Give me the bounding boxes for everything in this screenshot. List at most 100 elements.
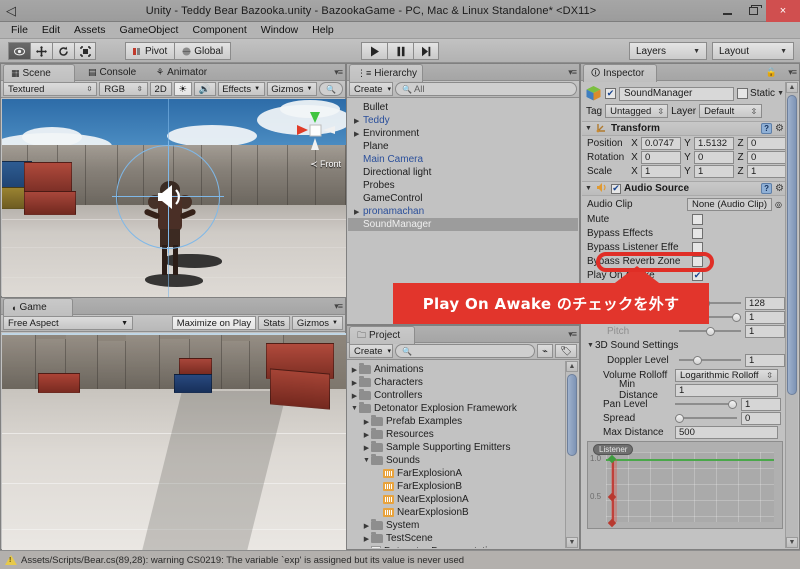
help-icon[interactable]: ? bbox=[761, 183, 773, 194]
static-toggle[interactable]: Static ▼ bbox=[737, 88, 784, 99]
volume-rolloff-dropdown[interactable]: Logarithmic Rolloff ⇳ bbox=[675, 368, 778, 382]
inspector-scrollbar[interactable]: ▲ ▼ bbox=[785, 82, 798, 548]
transform-rotation-x-input[interactable]: 0 bbox=[641, 150, 681, 164]
tab-scene[interactable]: ▦ Scene bbox=[3, 64, 75, 82]
filter-by-label-icon[interactable]: 🏷 bbox=[554, 344, 577, 358]
menu-assets[interactable]: Assets bbox=[67, 22, 113, 39]
hierarchy-search-input[interactable]: 🔍 All bbox=[395, 82, 577, 96]
play-button[interactable] bbox=[361, 42, 387, 60]
expand-arrow-icon[interactable]: ▶ bbox=[350, 392, 359, 400]
hierarchy-item-soundmanager[interactable]: SoundManager bbox=[348, 218, 578, 231]
collapse-arrow-icon[interactable]: ▼ bbox=[362, 457, 371, 464]
scroll-down-arrow-icon[interactable]: ▼ bbox=[786, 537, 798, 548]
hierarchy-item-directional-light[interactable]: Directional light bbox=[348, 166, 578, 179]
doppler-value[interactable]: 1 bbox=[745, 353, 785, 367]
color-mode-dropdown[interactable]: RGB ⇳ bbox=[99, 82, 148, 96]
pan-level-slider[interactable] bbox=[675, 398, 737, 410]
tab-animator[interactable]: ⚘ Animator bbox=[149, 64, 216, 81]
project-item-characters[interactable]: ▶ Characters bbox=[348, 376, 564, 389]
max-distance-value[interactable]: 500 bbox=[675, 425, 778, 439]
checkbox-bypass-effects[interactable] bbox=[692, 227, 703, 239]
hierarchy-item-pronamachan[interactable]: ▶ pronamachan bbox=[348, 205, 578, 218]
audio-slider-priority-value[interactable]: 128 bbox=[745, 296, 785, 310]
scroll-up-arrow-icon[interactable]: ▲ bbox=[566, 361, 578, 372]
expand-arrow-icon[interactable]: ▶ bbox=[362, 535, 371, 543]
audio-clip-field[interactable]: None (Audio Clip) bbox=[687, 197, 772, 211]
project-item-farexplosiona[interactable]: FarExplosionA bbox=[348, 467, 564, 480]
project-search-input[interactable]: 🔍 bbox=[395, 344, 535, 358]
panel-menu-icon[interactable]: ▾≡ bbox=[568, 329, 577, 340]
hierarchy-item-main-camera[interactable]: Main Camera bbox=[348, 153, 578, 166]
effects-dropdown[interactable]: Effects ▼ bbox=[217, 82, 265, 96]
tab-console[interactable]: ▤ Console bbox=[81, 64, 145, 81]
audio-slider-pitch[interactable] bbox=[679, 325, 741, 337]
expand-arrow-icon[interactable]: ▶ bbox=[350, 366, 359, 374]
layers-dropdown[interactable]: Layers ▼ bbox=[629, 42, 707, 60]
project-item-resources[interactable]: ▶ Resources bbox=[348, 428, 564, 441]
hierarchy-item-gamecontrol[interactable]: GameControl bbox=[348, 192, 578, 205]
panel-menu-icon[interactable]: ▾≡ bbox=[568, 67, 577, 78]
project-item-system[interactable]: ▶ System bbox=[348, 519, 564, 532]
maximize-button[interactable] bbox=[740, 0, 766, 22]
panel-menu-icon[interactable]: ▾≡ bbox=[334, 67, 343, 78]
hierarchy-item-bullet[interactable]: Bullet bbox=[348, 101, 578, 114]
scale-tool-button[interactable] bbox=[74, 42, 96, 60]
panel-menu-icon[interactable]: ▾≡ bbox=[788, 67, 797, 78]
2d-toggle-button[interactable]: 2D bbox=[149, 82, 172, 96]
scroll-down-arrow-icon[interactable]: ▼ bbox=[566, 537, 578, 548]
rotate-tool-button[interactable] bbox=[52, 42, 74, 60]
menu-help[interactable]: Help bbox=[305, 22, 341, 39]
hierarchy-create-button[interactable]: Create ▾ bbox=[349, 82, 393, 96]
audio-toggle-button[interactable]: 🔊 bbox=[193, 82, 216, 96]
menu-gameobject[interactable]: GameObject bbox=[113, 22, 186, 39]
object-picker-icon[interactable]: ◎ bbox=[775, 200, 782, 209]
draw-mode-dropdown[interactable]: Textured ⇳ bbox=[3, 82, 98, 96]
game-gizmos-dropdown[interactable]: Gizmos ▼ bbox=[291, 316, 343, 330]
expand-arrow-icon[interactable]: ▶ bbox=[354, 208, 363, 216]
project-item-sample-supporting-emitters[interactable]: ▶ Sample Supporting Emitters bbox=[348, 441, 564, 454]
filter-by-type-icon[interactable]: ⌁ bbox=[536, 344, 553, 358]
scene-axis-gizmo[interactable] bbox=[288, 103, 342, 157]
gizmos-dropdown[interactable]: Gizmos ▼ bbox=[266, 82, 318, 96]
transform-rotation-y-input[interactable]: 0 bbox=[694, 150, 734, 164]
step-button[interactable] bbox=[413, 42, 439, 60]
foldout-icon[interactable]: ▼ bbox=[585, 185, 593, 192]
hierarchy-item-plane[interactable]: Plane bbox=[348, 140, 578, 153]
expand-arrow-icon[interactable]: ▶ bbox=[362, 522, 371, 530]
spread-value[interactable]: 0 bbox=[741, 411, 781, 425]
pan-level-value[interactable]: 1 bbox=[741, 397, 781, 411]
aspect-ratio-dropdown[interactable]: Free Aspect ▼ bbox=[3, 316, 133, 330]
tab-project[interactable]: 🗀 Project bbox=[349, 326, 415, 344]
audio-source-enabled-checkbox[interactable] bbox=[611, 183, 621, 194]
help-icon[interactable]: ? bbox=[761, 123, 773, 134]
hierarchy-item-teddy[interactable]: ▶ Teddy bbox=[348, 114, 578, 127]
tab-hierarchy[interactable]: ⋮≡ Hierarchy bbox=[349, 64, 423, 82]
expand-arrow-icon[interactable]: ▶ bbox=[362, 444, 371, 452]
expand-arrow-icon[interactable]: ▶ bbox=[362, 418, 371, 426]
maximize-on-play-button[interactable]: Maximize on Play bbox=[171, 316, 257, 330]
transform-position-z-input[interactable]: 0 bbox=[747, 136, 787, 150]
project-item-farexplosionb[interactable]: FarExplosionB bbox=[348, 480, 564, 493]
project-create-button[interactable]: Create ▾ bbox=[349, 344, 393, 358]
status-bar[interactable]: Assets/Scripts/Bear.cs(89,28): warning C… bbox=[0, 550, 800, 569]
menu-component[interactable]: Component bbox=[185, 22, 253, 39]
pivot-toggle-button[interactable]: Pivot bbox=[125, 42, 175, 60]
menu-file[interactable]: File bbox=[4, 22, 35, 39]
expand-arrow-icon[interactable]: ▶ bbox=[354, 130, 363, 138]
project-item-testscene[interactable]: ▶ TestScene bbox=[348, 532, 564, 545]
project-scrollbar[interactable]: ▲ ▼ bbox=[565, 361, 578, 548]
gameobject-name-input[interactable]: SoundManager bbox=[619, 86, 735, 101]
project-item-nearexplosiona[interactable]: NearExplosionA bbox=[348, 493, 564, 506]
transform-rotation-z-input[interactable]: 0 bbox=[747, 150, 787, 164]
checkbox-mute[interactable] bbox=[692, 213, 703, 225]
project-item-prefab-examples[interactable]: ▶ Prefab Examples bbox=[348, 415, 564, 428]
transform-position-x-input[interactable]: 0.0747 bbox=[641, 136, 681, 150]
close-button[interactable]: × bbox=[766, 0, 800, 22]
hierarchy-item-probes[interactable]: Probes bbox=[348, 179, 578, 192]
transform-scale-z-input[interactable]: 1 bbox=[747, 164, 787, 178]
tab-game[interactable]: ◖ Game bbox=[3, 298, 73, 316]
lock-icon[interactable]: 🔒 bbox=[766, 67, 777, 78]
tab-inspector[interactable]: 🛈 Inspector bbox=[583, 64, 657, 82]
static-checkbox[interactable] bbox=[737, 88, 749, 99]
panel-menu-icon[interactable]: ▾≡ bbox=[334, 301, 343, 312]
